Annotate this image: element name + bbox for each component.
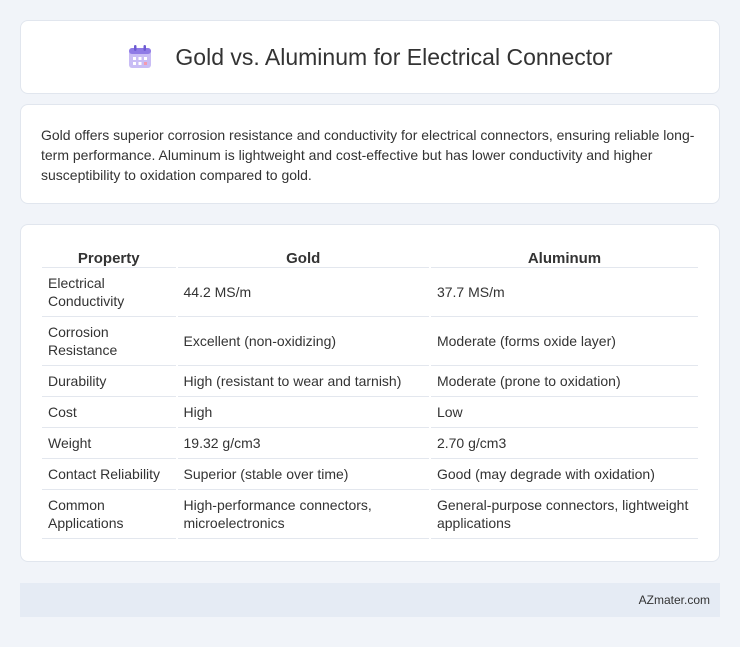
- summary-card: Gold offers superior corrosion resistanc…: [20, 104, 720, 204]
- gold-cell: 19.32 g/cm3: [177, 428, 429, 459]
- column-header-property: Property: [42, 246, 176, 268]
- property-cell: Common Applications: [42, 490, 176, 539]
- table-row: Electrical Conductivity 44.2 MS/m 37.7 M…: [42, 268, 698, 317]
- aluminum-cell: Good (may degrade with oxidation): [430, 459, 698, 490]
- property-cell: Electrical Conductivity: [42, 268, 176, 317]
- property-cell: Durability: [42, 366, 176, 397]
- property-cell: Weight: [42, 428, 176, 459]
- table-row: Durability High (resistant to wear and t…: [42, 366, 698, 397]
- gold-cell: 44.2 MS/m: [177, 268, 429, 317]
- aluminum-cell: 2.70 g/cm3: [430, 428, 698, 459]
- property-cell: Corrosion Resistance: [42, 317, 176, 366]
- column-header-aluminum: Aluminum: [430, 246, 698, 268]
- aluminum-cell: Low: [430, 397, 698, 428]
- header-card: Gold vs. Aluminum for Electrical Connect…: [20, 20, 720, 94]
- table-row: Cost High Low: [42, 397, 698, 428]
- header-inner: Gold vs. Aluminum for Electrical Connect…: [127, 43, 613, 71]
- table-row: Contact Reliability Superior (stable ove…: [42, 459, 698, 490]
- calendar-icon: [127, 44, 153, 70]
- footer: AZmater.com: [20, 583, 720, 617]
- property-cell: Contact Reliability: [42, 459, 176, 490]
- table-row: Weight 19.32 g/cm3 2.70 g/cm3: [42, 428, 698, 459]
- table-header-row: Property Gold Aluminum: [42, 246, 698, 268]
- gold-cell: Excellent (non-oxidizing): [177, 317, 429, 366]
- footer-site-link[interactable]: AZmater.com: [639, 593, 710, 607]
- summary-text: Gold offers superior corrosion resistanc…: [41, 127, 695, 183]
- table-row: Common Applications High-performance con…: [42, 490, 698, 539]
- table-card: Property Gold Aluminum Electrical Conduc…: [20, 224, 720, 562]
- gold-cell: High-performance connectors, microelectr…: [177, 490, 429, 539]
- gold-cell: High (resistant to wear and tarnish): [177, 366, 429, 397]
- gold-cell: High: [177, 397, 429, 428]
- column-header-gold: Gold: [177, 246, 429, 268]
- aluminum-cell: General-purpose connectors, lightweight …: [430, 490, 698, 539]
- aluminum-cell: Moderate (prone to oxidation): [430, 366, 698, 397]
- aluminum-cell: Moderate (forms oxide layer): [430, 317, 698, 366]
- page-title: Gold vs. Aluminum for Electrical Connect…: [175, 43, 613, 70]
- property-cell: Cost: [42, 397, 176, 428]
- comparison-table: Property Gold Aluminum Electrical Conduc…: [40, 246, 700, 539]
- gold-cell: Superior (stable over time): [177, 459, 429, 490]
- table-row: Corrosion Resistance Excellent (non-oxid…: [42, 317, 698, 366]
- aluminum-cell: 37.7 MS/m: [430, 268, 698, 317]
